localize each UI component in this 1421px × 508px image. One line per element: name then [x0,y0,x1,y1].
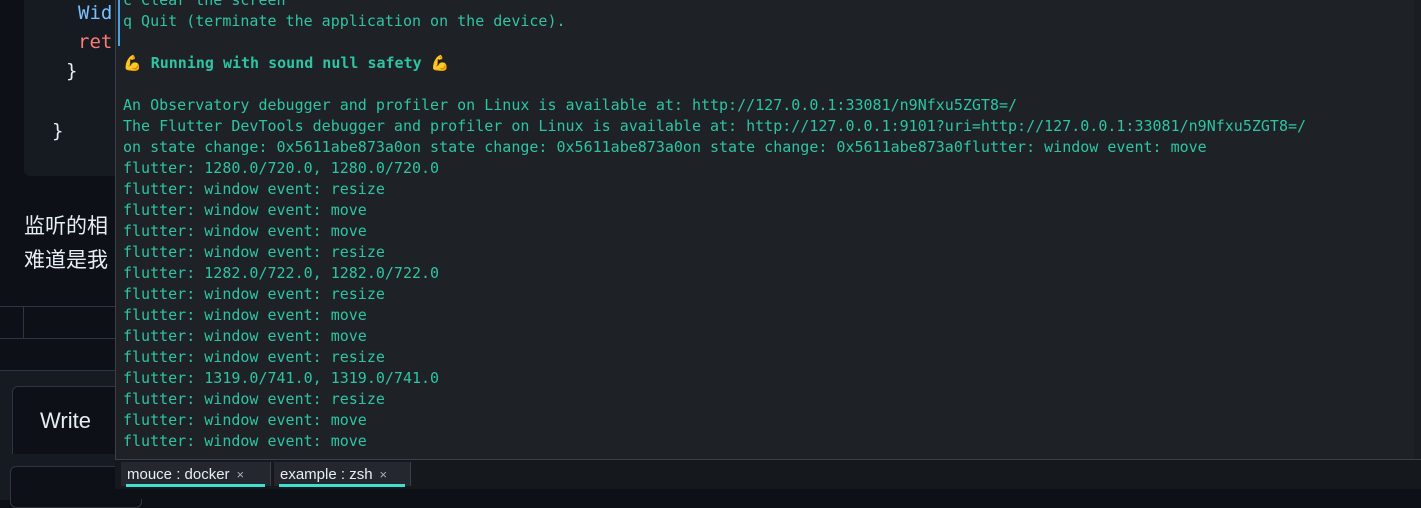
terminal-line: flutter: window event: move [123,432,367,450]
terminal-scrollbar[interactable] [1414,0,1421,499]
close-icon[interactable]: × [380,467,388,482]
tab-label: example : zsh [280,465,373,483]
code-line: Wid [78,2,113,24]
terminal-cursor [118,0,120,46]
terminal-line: flutter: 1319.0/741.0, 1319.0/741.0 [123,369,440,387]
window-bottom-edge [115,489,1421,499]
tab-label: mouce : docker [127,465,230,483]
terminal-line: flutter: window event: resize [123,348,385,366]
code-line: } [66,60,78,82]
code-line: } [52,120,64,142]
terminal-output[interactable]: c Clear the screen q Quit (terminate the … [123,0,1421,452]
terminal-line: flutter: window event: resize [123,180,385,198]
terminal-line: flutter: 1280.0/720.0, 1280.0/720.0 [123,159,440,177]
close-icon[interactable]: × [237,467,245,482]
comment-text: 监听的相 难道是我 [24,210,108,278]
terminal-line: flutter: window event: move [123,306,367,324]
terminal-line: flutter: window event: resize [123,390,385,408]
terminal-line: flutter: window event: resize [123,243,385,261]
comment-text-line: 难道是我 [24,249,108,272]
terminal-line: 💪 Running with sound null safety 💪 [123,54,450,72]
code-line: ret [78,31,113,53]
write-tab-label: Write [40,407,91,433]
tab-active-underline [279,484,405,487]
terminal-line: The Flutter DevTools debugger and profil… [123,117,1307,135]
terminal-line: flutter: window event: move [123,201,367,219]
tab-active-underline [126,484,265,487]
terminal-line: c Clear the screen [123,0,286,9]
terminal-window[interactable]: c Clear the screen q Quit (terminate the … [115,0,1421,499]
terminal-line: An Observatory debugger and profiler on … [123,96,1018,114]
terminal-line: flutter: window event: resize [123,285,385,303]
divider [23,306,24,338]
terminal-line: on state change: 0x5611abe873a0on state … [123,138,1207,156]
terminal-tab-bar: mouce : docker × example : zsh × [115,459,1421,490]
terminal-line: flutter: window event: move [123,222,367,240]
tab-example-zsh[interactable]: example : zsh × [274,462,411,487]
terminal-line: flutter: window event: move [123,411,367,429]
terminal-line: flutter: window event: move [123,327,367,345]
tab-mouce-docker[interactable]: mouce : docker × [121,462,271,487]
terminal-line: q Quit (terminate the application on the… [123,12,566,30]
comment-text-line: 监听的相 [24,215,108,238]
write-tab[interactable]: Write [12,386,122,454]
terminal-line: flutter: 1282.0/722.0, 1282.0/722.0 [123,264,440,282]
